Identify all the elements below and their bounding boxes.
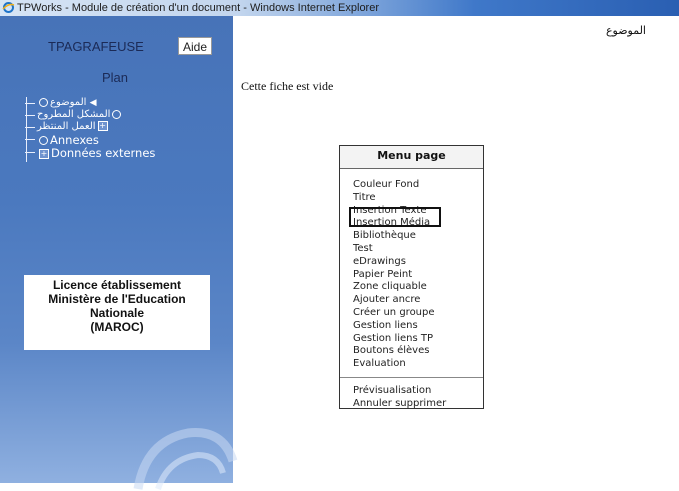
tree-item-subject[interactable]: الموضوع ◀ (25, 97, 230, 109)
plan-tree: الموضوع ◀ المشكل المطروح العمل المنتظر + … (25, 97, 230, 160)
menu-item-add-anchor[interactable]: Ajouter ancre (340, 294, 483, 307)
menu-item-undo-delete[interactable]: Annuler supprimer (340, 398, 483, 411)
plus-box-icon[interactable]: + (97, 121, 108, 131)
menu-item-wallpaper[interactable]: Papier Peint (340, 269, 483, 282)
app-name: TPAGRAFEUSE (48, 39, 144, 54)
menu-item-clickable-zone[interactable]: Zone cliquable (340, 281, 483, 294)
sidebar: TPAGRAFEUSE Aide Plan الموضوع ◀ المشكل ا… (0, 16, 238, 491)
tree-branch (25, 127, 35, 128)
tree-item-problem[interactable]: المشكل المطروح (25, 109, 230, 121)
tree-item-label: العمل المنتظر (37, 121, 96, 132)
window-titlebar: TPWorks - Module de création d'un docume… (0, 0, 679, 16)
tree-item-label: Annexes (50, 133, 99, 147)
tree-item-label: المشكل المطروح (37, 109, 111, 120)
menu-item-evaluation[interactable]: Evaluation (340, 358, 483, 371)
menu-item-student-buttons[interactable]: Boutons élèves (340, 345, 483, 358)
tree-item-label: الموضوع (50, 97, 87, 108)
menu-item-manage-links[interactable]: Gestion liens (340, 320, 483, 333)
page-menu: Menu page Couleur Fond Titre Insertion T… (339, 145, 484, 409)
circle-icon (39, 97, 48, 107)
tree-branch (25, 139, 35, 140)
circle-icon (112, 109, 122, 119)
menu-divider (340, 376, 483, 378)
licence-line: Ministère de l'Education (48, 292, 186, 306)
menu-item-manage-tp-links[interactable]: Gestion liens TP (340, 333, 483, 346)
licence-line: Nationale (89, 306, 144, 320)
licence-line: Licence établissement (52, 278, 182, 292)
tree-item-annexes[interactable]: Annexes (25, 133, 230, 147)
menu-item-test[interactable]: Test (340, 243, 483, 256)
swirl-logo-icon (133, 428, 238, 491)
tree-branch (25, 152, 35, 153)
menu-item-create-group[interactable]: Créer un groupe (340, 307, 483, 320)
licence-line: (MAROC) (90, 320, 144, 334)
tree-item-label: Données externes (51, 146, 156, 160)
help-button[interactable]: Aide (178, 37, 212, 55)
internet-explorer-icon (2, 2, 15, 13)
tree-item-expected-work[interactable]: العمل المنتظر + (25, 121, 230, 133)
arrow-icon: ◀ (89, 98, 97, 108)
menu-item-title[interactable]: Titre (340, 192, 483, 205)
menu-item-edrawings[interactable]: eDrawings (340, 256, 483, 269)
menu-items: Couleur Fond Titre Insertion Texte Inser… (340, 169, 483, 411)
plan-heading: Plan (102, 70, 129, 85)
plus-box-icon[interactable]: + (39, 148, 49, 159)
empty-page-message: Cette fiche est vide (241, 79, 334, 93)
menu-item-library[interactable]: Bibliothèque (340, 230, 483, 243)
licence-box: Licence établissement Ministère de l'Edu… (24, 275, 210, 350)
menu-title: Menu page (340, 146, 483, 169)
tree-branch (25, 115, 35, 116)
circle-icon (39, 136, 48, 145)
tree-branch (25, 103, 35, 104)
window-title: TPWorks - Module de création d'un docume… (17, 2, 380, 14)
tree-item-external-data[interactable]: + Données externes (25, 146, 230, 160)
subject-heading: الموضوع (605, 24, 646, 37)
menu-item-background-color[interactable]: Couleur Fond (340, 179, 483, 192)
highlight-box (349, 207, 441, 227)
menu-item-preview[interactable]: Prévisualisation (340, 385, 483, 398)
